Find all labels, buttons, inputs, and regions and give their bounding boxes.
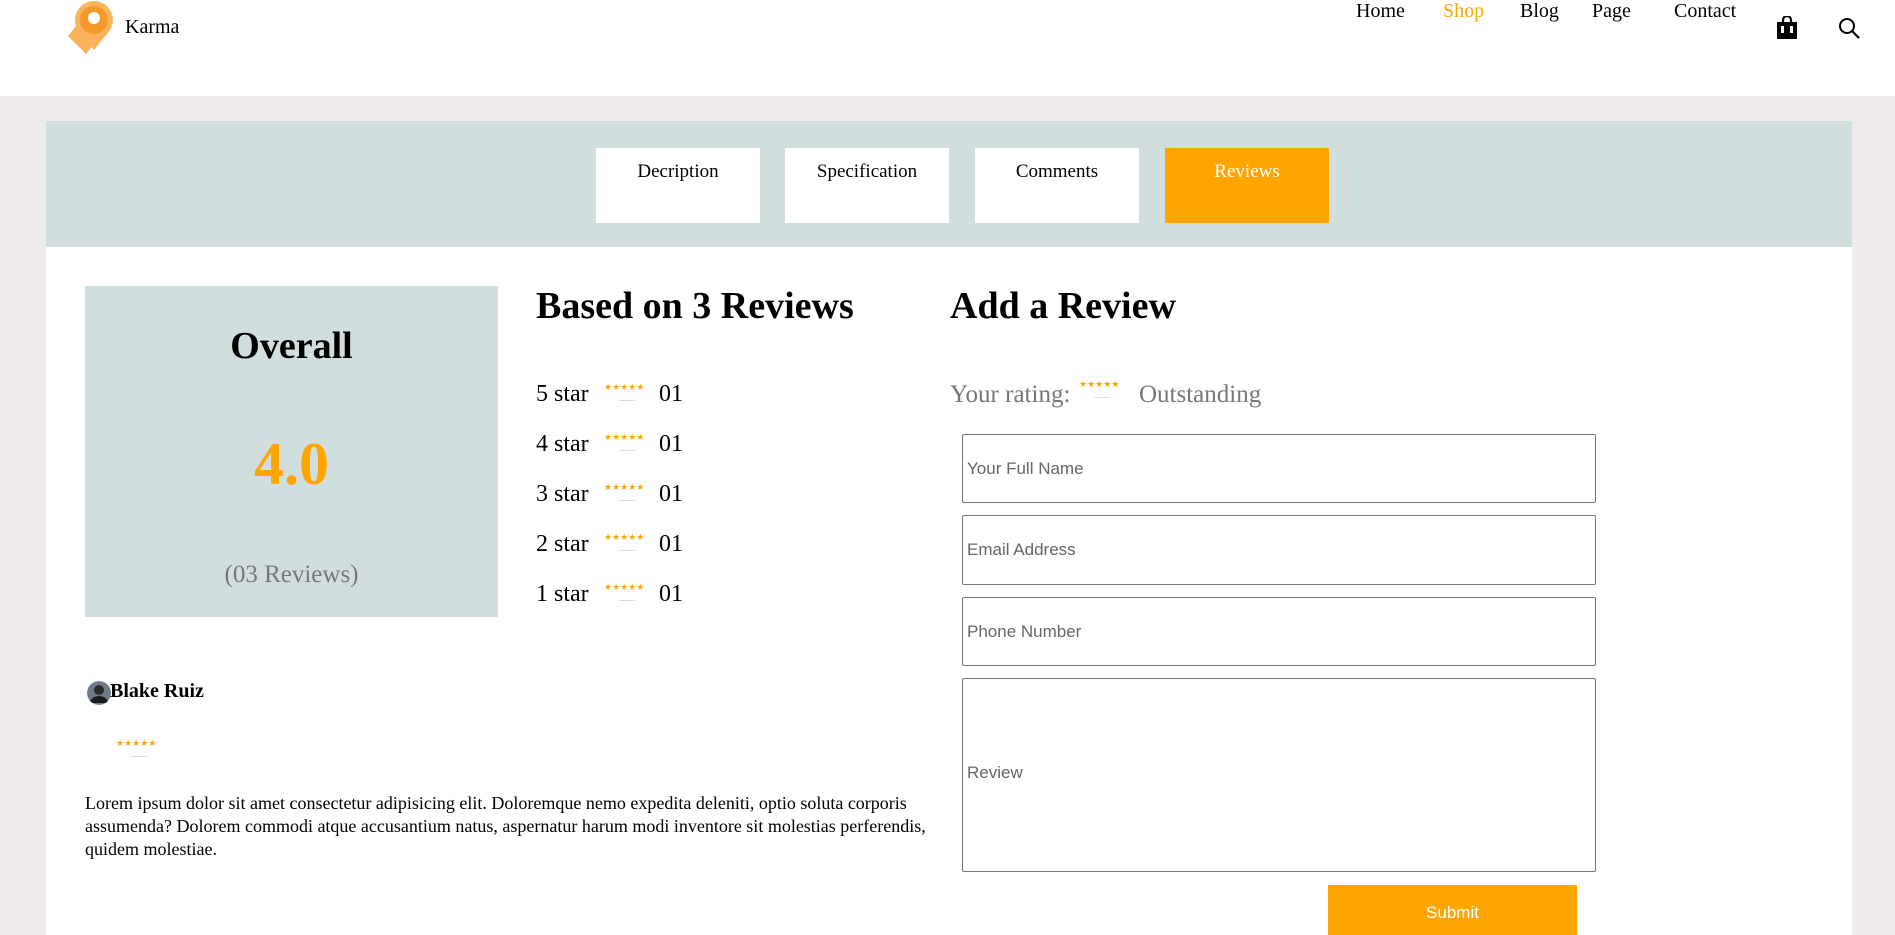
rating-row-label: 2 star	[536, 531, 589, 557]
nav-contact[interactable]: Contact	[1674, 0, 1736, 23]
nav-shop[interactable]: Shop	[1443, 0, 1484, 23]
nav-home[interactable]: Home	[1356, 0, 1405, 23]
overall-title: Overall	[230, 325, 353, 367]
add-review-title: Add a Review	[950, 285, 1176, 327]
tab-comments[interactable]: Comments	[975, 148, 1139, 223]
rating-row-count: 01	[659, 481, 683, 507]
nav-blog[interactable]: Blog	[1520, 0, 1559, 23]
review-star-rating-icon: ★★★★★	[116, 737, 162, 761]
stars-glyphs: ★★★★★	[604, 582, 645, 592]
rating-row-1: 1 star ★★★★★ 01	[536, 581, 796, 611]
stars-glyphs[interactable]: ★★★★★	[1079, 379, 1119, 390]
rating-row-label: 4 star	[536, 431, 589, 457]
avatar-image	[87, 681, 111, 705]
star-rating-icon: ★★★★★	[604, 481, 650, 505]
stars-glyphs: ★★★★★	[604, 532, 645, 542]
star-rating-icon: ★★★★★	[604, 531, 650, 555]
tab-specification[interactable]: Specification	[785, 148, 949, 223]
shopping-bag-icon[interactable]	[1776, 16, 1798, 40]
overall-review-count: (03 Reviews)	[224, 561, 359, 588]
rating-star-selector[interactable]: ★★★★★	[1079, 378, 1125, 402]
rating-row-5: 5 star ★★★★★ 01	[536, 381, 796, 411]
stars-glyphs: ★★★★★	[604, 482, 645, 492]
breakdown-title: Based on 3 Reviews	[536, 285, 854, 327]
star-rating-icon: ★★★★★	[604, 581, 650, 605]
stars-glyphs: ★★★★★	[116, 738, 157, 748]
site-header: Karma Home Shop Blog Page Contact	[0, 0, 1895, 96]
rating-row-3: 3 star ★★★★★ 01	[536, 481, 796, 511]
star-rating-icon: ★★★★★	[604, 381, 650, 405]
stars-glyphs: ★★★★★	[604, 382, 645, 392]
review-textarea[interactable]	[962, 678, 1596, 872]
stars-glyphs: ★★★★★	[604, 432, 645, 442]
email-input[interactable]	[962, 515, 1596, 585]
submit-button[interactable]: Submit	[1328, 885, 1577, 935]
nav-page[interactable]: Page	[1592, 0, 1631, 23]
rating-row-count: 01	[659, 531, 683, 557]
rating-row-4: 4 star ★★★★★ 01	[536, 431, 796, 461]
full-name-input[interactable]	[962, 434, 1596, 503]
rating-row-label: 3 star	[536, 481, 589, 507]
rating-row-count: 01	[659, 381, 683, 407]
location-pin-logo-icon[interactable]	[64, 0, 122, 58]
rating-row-2: 2 star ★★★★★ 01	[536, 531, 796, 561]
tab-reviews[interactable]: Reviews	[1165, 148, 1329, 223]
overall-score: 4.0	[254, 431, 329, 497]
your-rating-label: Your rating:	[950, 381, 1071, 408]
rating-row-label: 5 star	[536, 381, 589, 407]
review-body: Lorem ipsum dolor sit amet consectetur a…	[85, 793, 926, 859]
brand-name[interactable]: Karma	[125, 16, 179, 39]
rating-row-count: 01	[659, 581, 683, 607]
avatar	[87, 681, 111, 705]
tab-description[interactable]: Decription	[596, 148, 760, 223]
phone-input[interactable]	[962, 597, 1596, 666]
star-rating-icon: ★★★★★	[604, 431, 650, 455]
reviewer-name: Blake Ruiz	[110, 680, 204, 702]
rating-row-label: 1 star	[536, 581, 589, 607]
search-icon[interactable]	[1838, 17, 1860, 39]
product-details-panel: Decription Specification Comments Review…	[46, 121, 1852, 935]
rating-value-text: Outstanding	[1139, 381, 1262, 408]
rating-row-count: 01	[659, 431, 683, 457]
overall-rating-box: Overall 4.0 (03 Reviews)	[85, 286, 498, 617]
tab-bar: Decription Specification Comments Review…	[46, 121, 1852, 247]
